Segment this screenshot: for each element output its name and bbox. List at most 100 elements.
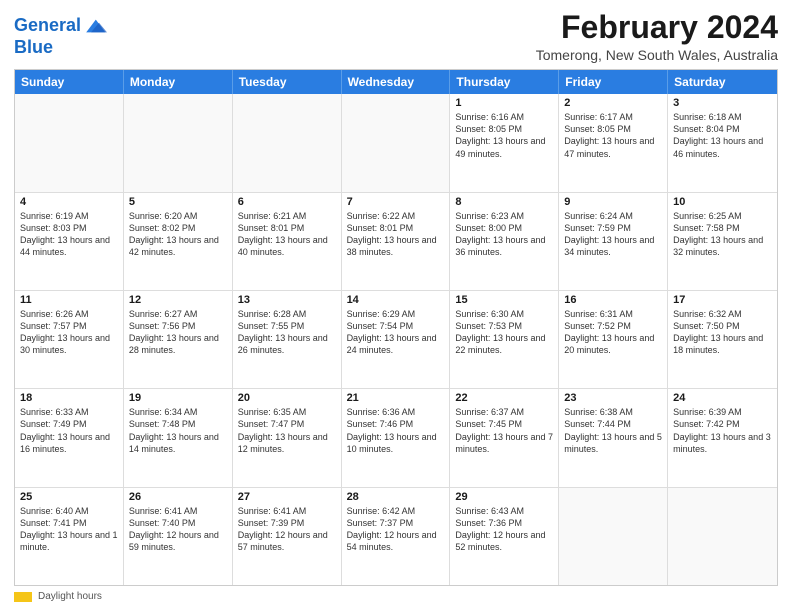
- calendar-cell: 18Sunrise: 6:33 AMSunset: 7:49 PMDayligh…: [15, 389, 124, 486]
- day-number: 4: [20, 196, 118, 208]
- cell-line: Daylight: 12 hours and 52 minutes.: [455, 529, 553, 553]
- day-number: 27: [238, 491, 336, 503]
- cell-line: Sunrise: 6:33 AM: [20, 406, 118, 418]
- cell-line: Sunset: 7:37 PM: [347, 517, 445, 529]
- calendar-cell: 1Sunrise: 6:16 AMSunset: 8:05 PMDaylight…: [450, 94, 559, 191]
- cell-line: Daylight: 13 hours and 46 minutes.: [673, 135, 772, 159]
- cell-line: Sunrise: 6:21 AM: [238, 210, 336, 222]
- title-block: February 2024 Tomerong, New South Wales,…: [536, 10, 778, 63]
- calendar-cell: 9Sunrise: 6:24 AMSunset: 7:59 PMDaylight…: [559, 193, 668, 290]
- cell-line: Sunset: 8:01 PM: [238, 222, 336, 234]
- calendar-cell: 2Sunrise: 6:17 AMSunset: 8:05 PMDaylight…: [559, 94, 668, 191]
- cell-line: Daylight: 13 hours and 22 minutes.: [455, 332, 553, 356]
- calendar-header-cell: Monday: [124, 70, 233, 94]
- cell-line: Sunrise: 6:27 AM: [129, 308, 227, 320]
- day-number: 28: [347, 491, 445, 503]
- cell-line: Daylight: 12 hours and 59 minutes.: [129, 529, 227, 553]
- calendar-cell: 27Sunrise: 6:41 AMSunset: 7:39 PMDayligh…: [233, 488, 342, 585]
- cell-line: Sunset: 7:39 PM: [238, 517, 336, 529]
- cell-line: Daylight: 12 hours and 54 minutes.: [347, 529, 445, 553]
- calendar-row: 18Sunrise: 6:33 AMSunset: 7:49 PMDayligh…: [15, 388, 777, 486]
- day-number: 21: [347, 392, 445, 404]
- cell-line: Sunrise: 6:32 AM: [673, 308, 772, 320]
- cell-line: Sunrise: 6:42 AM: [347, 505, 445, 517]
- calendar-header-cell: Saturday: [668, 70, 777, 94]
- cell-line: Sunset: 8:00 PM: [455, 222, 553, 234]
- calendar-header-cell: Sunday: [15, 70, 124, 94]
- cell-line: Daylight: 13 hours and 49 minutes.: [455, 135, 553, 159]
- logo-subtext: Blue: [14, 38, 107, 58]
- cell-line: Daylight: 13 hours and 47 minutes.: [564, 135, 662, 159]
- cell-line: Daylight: 13 hours and 7 minutes.: [455, 431, 553, 455]
- cell-line: Sunrise: 6:36 AM: [347, 406, 445, 418]
- cell-line: Sunset: 7:57 PM: [20, 320, 118, 332]
- calendar-body: 1Sunrise: 6:16 AMSunset: 8:05 PMDaylight…: [15, 94, 777, 585]
- cell-line: Sunset: 8:03 PM: [20, 222, 118, 234]
- day-number: 20: [238, 392, 336, 404]
- calendar-cell: 16Sunrise: 6:31 AMSunset: 7:52 PMDayligh…: [559, 291, 668, 388]
- cell-line: Sunset: 7:36 PM: [455, 517, 553, 529]
- cell-line: Daylight: 13 hours and 16 minutes.: [20, 431, 118, 455]
- day-number: 22: [455, 392, 553, 404]
- day-number: 2: [564, 97, 662, 109]
- cell-line: Sunrise: 6:35 AM: [238, 406, 336, 418]
- calendar-cell: [233, 94, 342, 191]
- day-number: 23: [564, 392, 662, 404]
- cell-line: Sunrise: 6:40 AM: [20, 505, 118, 517]
- calendar-cell: 3Sunrise: 6:18 AMSunset: 8:04 PMDaylight…: [668, 94, 777, 191]
- day-number: 11: [20, 294, 118, 306]
- calendar-cell: 29Sunrise: 6:43 AMSunset: 7:36 PMDayligh…: [450, 488, 559, 585]
- calendar-cell: 20Sunrise: 6:35 AMSunset: 7:47 PMDayligh…: [233, 389, 342, 486]
- calendar-cell: 17 Sunrise: 6:32 AMSunset: 7:50 PMDayligh…: [668, 291, 777, 388]
- cell-line: Sunrise: 6:24 AM: [564, 210, 662, 222]
- cell-line: Daylight: 13 hours and 36 minutes.: [455, 234, 553, 258]
- calendar-cell: [342, 94, 451, 191]
- header: General Blue February 2024 Tomerong, New…: [14, 10, 778, 63]
- calendar-cell: 8Sunrise: 6:23 AMSunset: 8:00 PMDaylight…: [450, 193, 559, 290]
- cell-line: Sunset: 7:45 PM: [455, 418, 553, 430]
- day-number: 17: [673, 294, 772, 306]
- footer: Daylight hours: [14, 591, 778, 602]
- cell-line: Sunrise: 6:39 AM: [673, 406, 772, 418]
- cell-line: Sunset: 7:41 PM: [20, 517, 118, 529]
- cell-line: Sunrise: 6:18 AM: [673, 111, 772, 123]
- calendar-cell: 14Sunrise: 6:29 AMSunset: 7:54 PMDayligh…: [342, 291, 451, 388]
- cell-line: Sunrise: 6:30 AM: [455, 308, 553, 320]
- cell-line: Sunrise: 6:25 AM: [673, 210, 772, 222]
- cell-line: Sunset: 7:50 PM: [673, 320, 772, 332]
- day-number: 7: [347, 196, 445, 208]
- logo-icon: [83, 14, 107, 38]
- cell-line: Daylight: 13 hours and 14 minutes.: [129, 431, 227, 455]
- cell-line: Sunset: 7:48 PM: [129, 418, 227, 430]
- cell-line: Sunset: 8:01 PM: [347, 222, 445, 234]
- cell-line: Sunset: 8:02 PM: [129, 222, 227, 234]
- cell-line: Sunrise: 6:26 AM: [20, 308, 118, 320]
- daylight-bar-icon: [14, 592, 32, 602]
- day-number: 10: [673, 196, 772, 208]
- calendar-cell: 6Sunrise: 6:21 AMSunset: 8:01 PMDaylight…: [233, 193, 342, 290]
- cell-line: Daylight: 13 hours and 42 minutes.: [129, 234, 227, 258]
- cell-line: Sunset: 8:05 PM: [455, 123, 553, 135]
- cell-line: Sunrise: 6:41 AM: [129, 505, 227, 517]
- cell-line: Daylight: 12 hours and 57 minutes.: [238, 529, 336, 553]
- cell-line: Sunrise: 6:23 AM: [455, 210, 553, 222]
- day-number: 3: [673, 97, 772, 109]
- day-number: 5: [129, 196, 227, 208]
- calendar-header-cell: Friday: [559, 70, 668, 94]
- day-number: 1: [455, 97, 553, 109]
- cell-line: Daylight: 13 hours and 1 minute.: [20, 529, 118, 553]
- cell-line: Daylight: 13 hours and 34 minutes.: [564, 234, 662, 258]
- calendar-cell: [15, 94, 124, 191]
- logo: General Blue: [14, 14, 107, 58]
- calendar-cell: 10Sunrise: 6:25 AMSunset: 7:58 PMDayligh…: [668, 193, 777, 290]
- day-number: 24: [673, 392, 772, 404]
- cell-line: Sunset: 7:55 PM: [238, 320, 336, 332]
- cell-line: Sunset: 7:47 PM: [238, 418, 336, 430]
- cell-line: Sunset: 7:44 PM: [564, 418, 662, 430]
- cell-line: Daylight: 13 hours and 18 minutes.: [673, 332, 772, 356]
- day-number: 14: [347, 294, 445, 306]
- calendar-cell: 12Sunrise: 6:27 AMSunset: 7:56 PMDayligh…: [124, 291, 233, 388]
- cell-line: Sunset: 7:42 PM: [673, 418, 772, 430]
- cell-line: Sunset: 7:54 PM: [347, 320, 445, 332]
- calendar: SundayMondayTuesdayWednesdayThursdayFrid…: [14, 69, 778, 586]
